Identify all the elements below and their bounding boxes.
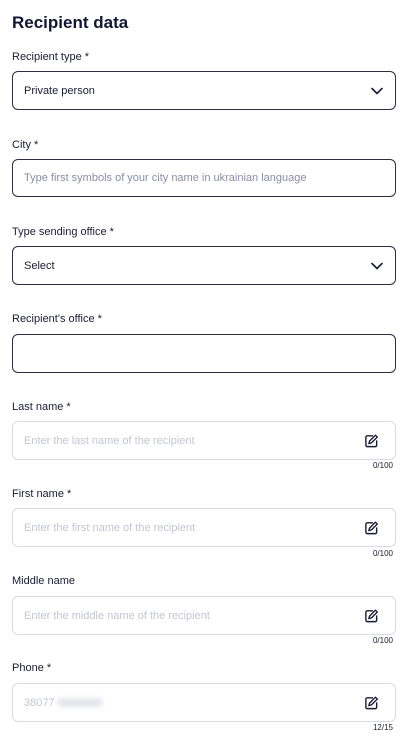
- recipient-office-label: Recipient's office *: [12, 313, 102, 325]
- sending-office-type-select[interactable]: Select: [12, 246, 396, 285]
- recipient-type-value: Private person: [24, 84, 95, 97]
- phone-value-wrap: 38077: [24, 697, 103, 709]
- recipient-type-select[interactable]: Private person: [12, 71, 396, 110]
- section-title: Recipient data: [12, 13, 129, 32]
- city-input[interactable]: Type first symbols of your city name in …: [12, 159, 396, 197]
- first-name-input[interactable]: Enter the first name of the recipient: [12, 508, 396, 547]
- middle-name-input[interactable]: Enter the middle name of the recipient: [12, 596, 396, 635]
- first-name-label: First name *: [12, 488, 72, 500]
- last-name-counter: 0/100: [372, 461, 393, 470]
- edit-icon[interactable]: [364, 608, 379, 623]
- edit-icon[interactable]: [364, 520, 379, 535]
- phone-counter: 12/15: [372, 723, 393, 732]
- city-label: City *: [12, 139, 39, 151]
- middle-name-counter: 0/100: [372, 636, 393, 645]
- middle-name-label: Middle name: [12, 575, 75, 587]
- phone-value: 38077: [24, 696, 55, 709]
- city-placeholder: Type first symbols of your city name in …: [24, 172, 307, 184]
- last-name-placeholder: Enter the last name of the recipient: [24, 434, 195, 447]
- edit-icon[interactable]: [364, 433, 379, 448]
- sending-office-type-label: Type sending office *: [12, 226, 114, 238]
- middle-name-placeholder: Enter the middle name of the recipient: [24, 609, 210, 622]
- chevron-down-icon: [371, 262, 383, 269]
- first-name-counter: 0/100: [372, 549, 393, 558]
- redacted-digits: [56, 698, 103, 708]
- chevron-down-icon: [371, 87, 383, 94]
- phone-input[interactable]: 38077: [12, 683, 396, 722]
- sending-office-type-value: Select: [24, 259, 55, 272]
- edit-icon[interactable]: [364, 695, 379, 710]
- recipient-type-label: Recipient type *: [12, 51, 90, 63]
- recipient-office-input[interactable]: [12, 334, 396, 373]
- last-name-label: Last name *: [12, 401, 71, 413]
- first-name-placeholder: Enter the first name of the recipient: [24, 521, 196, 534]
- phone-label: Phone *: [12, 662, 52, 674]
- last-name-input[interactable]: Enter the last name of the recipient: [12, 421, 396, 460]
